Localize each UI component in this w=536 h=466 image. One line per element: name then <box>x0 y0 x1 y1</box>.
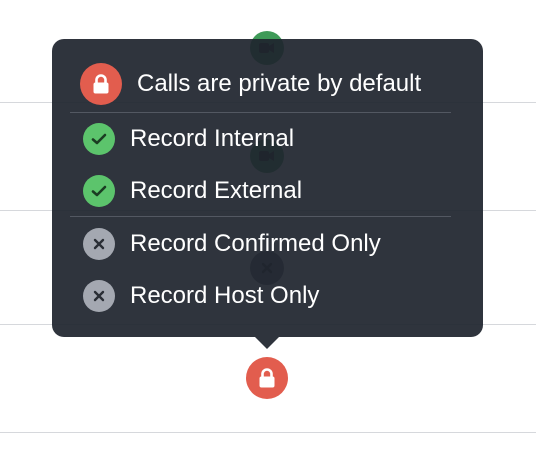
option-record-external: Record External <box>83 175 302 207</box>
lock-icon <box>259 368 275 388</box>
x-icon <box>83 280 115 312</box>
recording-settings-view: Calls are private by default Record Inte… <box>0 0 536 466</box>
row-separator <box>0 432 536 433</box>
option-label: Record Internal <box>130 125 295 152</box>
check-icon <box>83 123 115 155</box>
lock-icon <box>80 63 122 105</box>
option-label: Record Confirmed Only <box>130 230 381 257</box>
option-record-confirmed-only: Record Confirmed Only <box>83 228 381 260</box>
option-label: Record Host Only <box>130 282 320 309</box>
divider <box>70 112 451 113</box>
option-record-host-only: Record Host Only <box>83 280 319 312</box>
recording-policy-popover: Calls are private by default Record Inte… <box>52 39 483 337</box>
x-icon <box>83 228 115 260</box>
privacy-lock-button[interactable] <box>246 357 288 399</box>
option-label: Record External <box>130 177 303 204</box>
divider <box>70 216 451 217</box>
popover-arrow <box>255 337 279 349</box>
popover-title: Calls are private by default <box>137 70 422 97</box>
popover-header: Calls are private by default <box>80 63 421 105</box>
option-record-internal: Record Internal <box>83 123 294 155</box>
check-icon <box>83 175 115 207</box>
